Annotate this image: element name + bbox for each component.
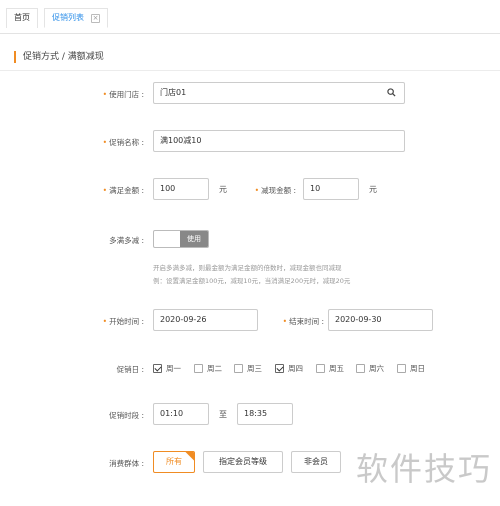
required-star: • [102, 186, 108, 195]
store-value: 门店01 [160, 88, 187, 97]
multi-toggle[interactable]: 使用 [153, 230, 209, 248]
reduce-unit: 元 [369, 185, 377, 194]
promo-name-input[interactable]: 满100减10 [153, 130, 405, 152]
day-checkbox-thu[interactable]: 周四 [275, 363, 303, 375]
days-label: 促销日 : [116, 365, 144, 374]
required-star: • [102, 138, 108, 147]
threshold-value: 100 [160, 184, 176, 193]
store-input[interactable]: 门店01 [153, 82, 405, 104]
store-label: • 使用门店 : [102, 90, 144, 99]
close-icon[interactable]: × [91, 14, 100, 23]
multi-label: 多满多减 : [109, 236, 144, 245]
section-title: 促销方式 / 满额减现 [14, 50, 104, 64]
audience-member-level-button[interactable]: 指定会员等级 [203, 451, 283, 473]
tab-home-label: 首页 [14, 13, 30, 22]
tab-promo-list-label: 促销列表 [52, 13, 84, 22]
period-from-value: 01:10 [160, 409, 184, 418]
required-star: • [254, 186, 260, 195]
end-label: • 结束时间 : [282, 317, 324, 326]
reduce-input[interactable]: 10 [303, 178, 359, 200]
day-checkbox-sat[interactable]: 周六 [356, 363, 384, 375]
threshold-label: • 满足金额 : [102, 186, 144, 195]
end-date-input[interactable]: 2020-09-30 [328, 309, 433, 331]
checkbox [234, 364, 243, 373]
audience-all-button[interactable]: 所有 [153, 451, 195, 473]
search-icon[interactable] [387, 88, 396, 97]
required-star: • [282, 317, 288, 326]
audience-non-member-button[interactable]: 非会员 [291, 451, 341, 473]
selected-corner-icon [185, 452, 194, 461]
checkbox [316, 364, 325, 373]
start-date-value: 2020-09-26 [160, 315, 207, 324]
tab-home[interactable]: 首页 [6, 8, 38, 28]
reduce-label: • 减现金额 : [254, 186, 296, 195]
promo-name-value: 满100减10 [160, 136, 202, 145]
threshold-unit: 元 [219, 185, 227, 194]
day-checkbox-sun[interactable]: 周日 [397, 363, 425, 375]
start-date-input[interactable]: 2020-09-26 [153, 309, 258, 331]
day-checkbox-mon[interactable]: 周一 [153, 363, 181, 375]
watermark: 软件技巧 [356, 450, 493, 488]
hint-line-2: 例：设置满足金额100元，减现10元，当消满足200元时，减现20元 [153, 277, 351, 285]
period-separator: 至 [219, 410, 227, 419]
day-checkbox-fri[interactable]: 周五 [316, 363, 344, 375]
checkbox-checked [275, 364, 284, 373]
tab-promo-list[interactable]: 促销列表 × [44, 8, 108, 28]
multi-toggle-knob: 使用 [180, 231, 208, 247]
checkbox-checked [153, 364, 162, 373]
period-from-input[interactable]: 01:10 [153, 403, 209, 425]
threshold-input[interactable]: 100 [153, 178, 209, 200]
checkbox [397, 364, 406, 373]
end-date-value: 2020-09-30 [335, 315, 382, 324]
day-checkbox-tue[interactable]: 周二 [194, 363, 222, 375]
audience-label: 消费群体 : [109, 459, 144, 468]
period-label: 促销时段 : [109, 411, 144, 420]
name-label: • 促销名称 : [102, 138, 144, 147]
tab-bar: 首页 促销列表 × [0, 0, 500, 34]
required-star: • [102, 90, 108, 99]
checkbox [194, 364, 203, 373]
required-star: • [102, 317, 108, 326]
divider [0, 70, 500, 71]
hint-line-1: 开启多满多减，则最金额为满足金额的倍数时，减现金额也同减现 [153, 264, 342, 272]
reduce-value: 10 [310, 184, 321, 193]
start-label: • 开始时间 : [102, 317, 144, 326]
day-checkbox-wed[interactable]: 周三 [234, 363, 262, 375]
period-to-input[interactable]: 18:35 [237, 403, 293, 425]
period-to-value: 18:35 [244, 409, 268, 418]
checkbox [356, 364, 365, 373]
